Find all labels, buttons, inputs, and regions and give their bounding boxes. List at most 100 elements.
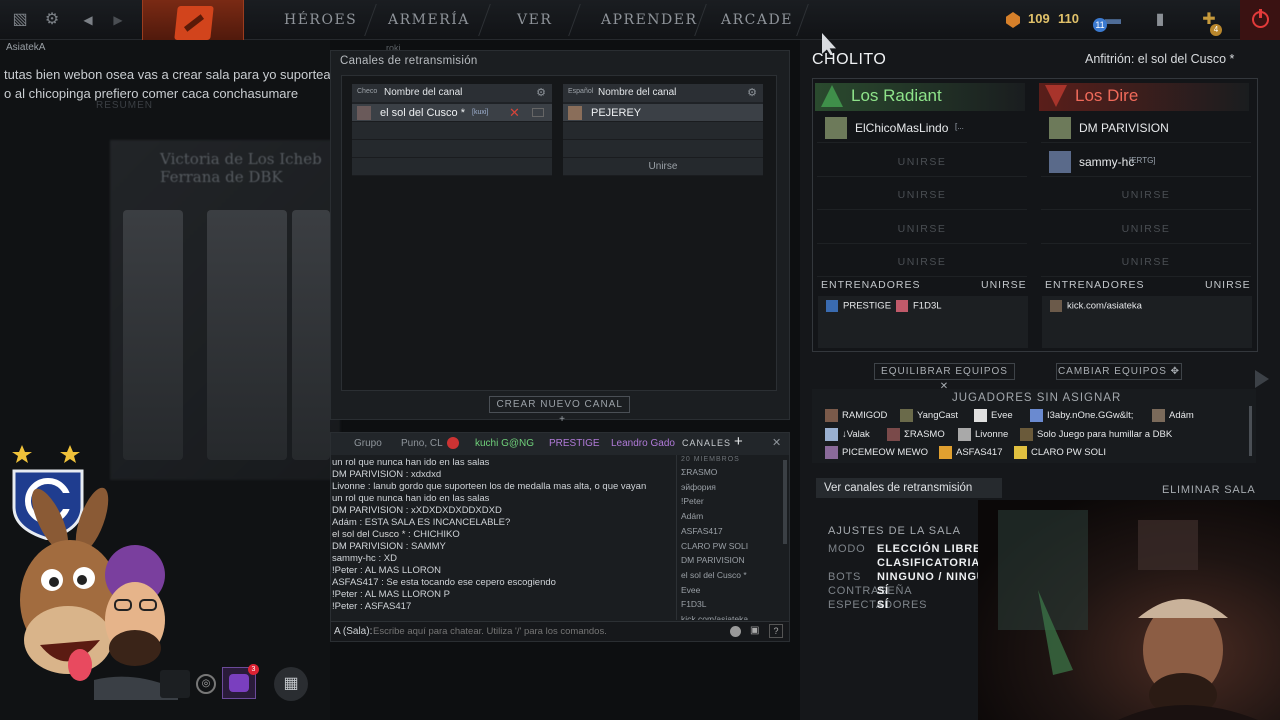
channel-caster-row[interactable]: el sol del Cusco * [kuxi] ✕: [352, 104, 552, 122]
chat-author[interactable]: !Peter: [332, 601, 357, 612]
nav-heroes[interactable]: HÉROES: [284, 12, 357, 28]
gear-icon[interactable]: ⚙: [747, 86, 757, 99]
chat-author[interactable]: !Peter: [332, 565, 357, 576]
chat-author[interactable]: DM PARIVISION: [332, 505, 403, 516]
balance-teams-button[interactable]: EQUILIBRAR EQUIPOS ✕: [874, 363, 1015, 392]
help-icon[interactable]: ?: [769, 624, 783, 638]
member-name[interactable]: Adám: [677, 509, 786, 524]
chat-tab-region[interactable]: Puno, CL: [401, 438, 443, 449]
nav-armory[interactable]: ARMERÍA: [388, 12, 470, 28]
join-slot-button[interactable]: UNIRSE: [1041, 189, 1251, 201]
channel-caster-row[interactable]: PEJEREY: [563, 104, 763, 122]
member-name[interactable]: Evee: [677, 583, 786, 598]
join-slot-button[interactable]: UNIRSE: [817, 256, 1027, 268]
swap-teams-button[interactable]: CAMBIAR EQUIPOS ✥: [1056, 363, 1182, 380]
unassigned-player[interactable]: I3aby.nOne.GGw&lt;: [1030, 409, 1133, 422]
nav-arcade[interactable]: ARCADE: [721, 12, 793, 28]
view-broadcast-channels-button[interactable]: Ver canales de retransmisión: [816, 478, 1002, 498]
player-slot[interactable]: ElChicoMasLindo [...: [817, 113, 1027, 143]
coach-entry[interactable]: F1D3L: [896, 300, 942, 312]
chat-author[interactable]: Adám: [332, 517, 357, 528]
minimize-icon[interactable]: ▧: [10, 10, 30, 30]
member-name[interactable]: DM PARIVISION: [677, 553, 786, 568]
dire-coach-join[interactable]: UNIRSE: [1205, 279, 1280, 295]
player-slot[interactable]: UNIRSE: [817, 247, 1027, 277]
player-slot[interactable]: UNIRSE: [817, 214, 1027, 244]
join-slot-button[interactable]: UNIRSE: [1041, 223, 1251, 235]
member-name[interactable]: ASFAS417: [677, 524, 786, 539]
join-slot-button[interactable]: UNIRSE: [817, 223, 1027, 235]
gear-icon[interactable]: ⚙: [536, 86, 546, 99]
player-slot[interactable]: UNIRSE: [817, 147, 1027, 177]
camera-icon[interactable]: [532, 108, 544, 117]
chat-author[interactable]: Livonne: [332, 481, 365, 492]
coach-entry[interactable]: kick.com/asiateka: [1050, 300, 1142, 312]
chat-tab-guild[interactable]: kuchi G@NG: [475, 438, 534, 449]
apps-grid-icon[interactable]: ▦: [274, 667, 308, 701]
unassigned-player[interactable]: RAMIGOD: [825, 409, 887, 422]
close-icon[interactable]: ✕: [509, 105, 520, 121]
member-name[interactable]: F1D3L: [677, 597, 786, 612]
nav-learn[interactable]: APRENDER: [601, 12, 698, 28]
player-slot[interactable]: UNIRSE: [1041, 180, 1251, 210]
channel-name[interactable]: Nombre del canal: [598, 87, 676, 98]
unassigned-player[interactable]: Solo Juego para humillar a DBK: [1020, 428, 1172, 441]
member-name[interactable]: !Peter: [677, 494, 786, 509]
join-slot-button[interactable]: UNIRSE: [817, 189, 1027, 201]
player-slot[interactable]: DM PARIVISION: [1041, 113, 1251, 143]
add-channel-icon[interactable]: +: [734, 433, 743, 450]
member-name[interactable]: kick.com/asiateka: [677, 612, 786, 620]
nav-watch[interactable]: VER: [517, 12, 552, 28]
chat-input-field[interactable]: [373, 624, 723, 639]
player-slot[interactable]: UNIRSE: [1041, 247, 1251, 277]
player-slot[interactable]: UNIRSE: [1041, 214, 1251, 244]
chat-author[interactable]: sammy-hc: [332, 553, 376, 564]
expand-arrow-icon[interactable]: [1255, 370, 1269, 388]
join-channel-button[interactable]: Unirse: [563, 158, 763, 176]
inventory-icon[interactable]: ▮: [1150, 10, 1170, 30]
unassigned-player[interactable]: ↓Valak: [825, 428, 870, 441]
chat-author[interactable]: ASFAS417: [332, 577, 378, 588]
chat-author[interactable]: el sol del Cusco *: [332, 529, 405, 540]
unassigned-player[interactable]: Adám: [1152, 409, 1194, 422]
headset-icon[interactable]: ◎: [196, 674, 216, 694]
unassigned-player[interactable]: Evee: [974, 409, 1013, 422]
image-icon[interactable]: ▣: [750, 625, 759, 636]
dire-title: Los Dire: [1075, 86, 1139, 105]
chat-author[interactable]: DM PARIVISION: [332, 541, 403, 552]
channel-name[interactable]: Nombre del canal: [384, 87, 462, 98]
unassigned-player[interactable]: CLARO PW SOLI: [1014, 446, 1106, 459]
power-icon[interactable]: [1240, 0, 1280, 40]
chat-channels-label[interactable]: CANALES: [682, 438, 731, 448]
unassigned-player[interactable]: YangCast: [900, 409, 958, 422]
chat-author[interactable]: !Peter: [332, 589, 357, 600]
close-icon[interactable]: ✕: [772, 436, 781, 449]
emoji-icon[interactable]: [730, 626, 741, 637]
forward-arrow-icon[interactable]: ▶: [108, 10, 128, 30]
member-name[interactable]: CLARO PW SOLI: [677, 539, 786, 554]
member-name[interactable]: el sol del Cusco *: [677, 568, 786, 583]
chat-tab-user[interactable]: Leandro Gado: [611, 438, 675, 449]
unassigned-player[interactable]: Livonne: [958, 428, 1008, 441]
join-slot-button[interactable]: UNIRSE: [1041, 256, 1251, 268]
chat-tab-prestige[interactable]: PRESTIGE: [549, 438, 600, 449]
player-slot[interactable]: UNIRSE: [817, 180, 1027, 210]
create-channel-button[interactable]: CREAR NUEVO CANAL +: [489, 396, 630, 425]
notification-badge[interactable]: 11: [1093, 18, 1107, 32]
member-name[interactable]: ΣRASMO: [677, 465, 786, 480]
unassigned-player[interactable]: ASFAS417: [939, 446, 1002, 459]
back-arrow-icon[interactable]: ◀: [78, 10, 98, 30]
unassigned-player[interactable]: PICEMEOW MEWO: [825, 446, 928, 459]
chat-tab-party[interactable]: Grupo: [354, 438, 382, 449]
delete-lobby-button[interactable]: ELIMINAR SALA: [1162, 484, 1256, 496]
member-name[interactable]: эйфория: [677, 480, 786, 495]
unassigned-player[interactable]: ΣRASMO: [887, 428, 945, 441]
member-scrollbar[interactable]: [783, 460, 787, 544]
player-slot[interactable]: sammy-hc [ERTG]: [1041, 147, 1251, 177]
unassigned-scrollbar[interactable]: [1249, 406, 1252, 456]
coach-entry[interactable]: PRESTIGE: [826, 300, 891, 312]
gear-icon[interactable]: ⚙: [42, 10, 62, 30]
chat-author[interactable]: DM PARIVISION: [332, 469, 403, 480]
join-slot-button[interactable]: UNIRSE: [817, 156, 1027, 168]
guild-icon[interactable]: 3: [222, 664, 259, 699]
